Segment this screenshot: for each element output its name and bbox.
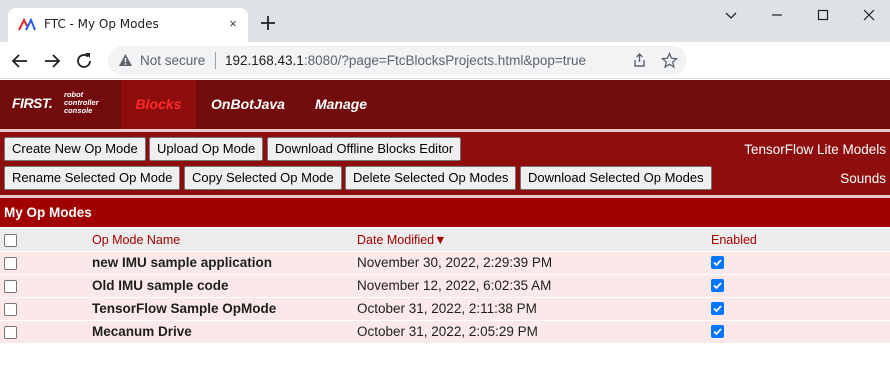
row-select-checkbox[interactable] [4, 303, 17, 316]
nav-onbotjava[interactable]: OnBotJava [200, 80, 296, 129]
first-logo: FIRST. [12, 95, 53, 111]
op-mode-name[interactable]: new IMU sample application [92, 252, 272, 274]
checkmark-icon [713, 328, 722, 336]
nav-blocks[interactable]: Blocks [121, 80, 196, 129]
toolbar: Create New Op Mode Upload Op Mode Downlo… [0, 132, 890, 195]
close-icon[interactable]: × [224, 15, 242, 33]
logo-subtitle: robot controller console [64, 91, 99, 115]
minimize-icon[interactable] [766, 6, 788, 24]
url-path: :8080/?page=FtcBlocksProjects.html&pop=t… [303, 53, 586, 68]
omnibox[interactable]: Not secure 192.168.43.1:8080/?page=FtcBl… [108, 46, 687, 75]
checkmark-icon [713, 282, 722, 290]
enabled-checkbox[interactable] [711, 325, 724, 338]
row-select-checkbox[interactable] [4, 257, 17, 270]
enabled-checkbox[interactable] [711, 302, 724, 315]
plus-icon[interactable] [257, 12, 279, 34]
rename-op-mode-button[interactable]: Rename Selected Op Mode [4, 166, 181, 190]
op-mode-name[interactable]: Mecanum Drive [92, 321, 192, 343]
share-icon[interactable] [631, 52, 648, 69]
ftc-favicon [18, 18, 36, 31]
download-offline-editor-button[interactable]: Download Offline Blocks Editor [267, 137, 462, 161]
row-select-checkbox[interactable] [4, 326, 17, 339]
table-row[interactable]: Old IMU sample code November 12, 2022, 6… [0, 274, 890, 297]
date-modified: November 30, 2022, 2:29:39 PM [357, 255, 553, 270]
checkmark-icon [713, 259, 722, 267]
close-window-icon[interactable] [858, 6, 880, 24]
chevron-down-icon[interactable] [720, 6, 742, 24]
date-modified: November 12, 2022, 6:02:35 AM [357, 278, 552, 293]
tensorflow-models-link[interactable]: TensorFlow Lite Models [744, 142, 886, 157]
maximize-icon[interactable] [812, 6, 834, 24]
table-row[interactable]: TensorFlow Sample OpMode October 31, 202… [0, 297, 890, 320]
nav-manage[interactable]: Manage [305, 80, 377, 129]
copy-op-mode-button[interactable]: Copy Selected Op Mode [184, 166, 342, 190]
table-row[interactable]: new IMU sample application November 30, … [0, 251, 890, 274]
security-label[interactable]: Not secure [140, 53, 205, 68]
omnibox-divider [215, 52, 216, 69]
create-op-mode-button[interactable]: Create New Op Mode [4, 137, 146, 161]
url-host: 192.168.43.1 [225, 53, 304, 68]
url-text[interactable]: 192.168.43.1:8080/?page=FtcBlocksProject… [225, 53, 586, 68]
app-header: FIRST. robot controller console Blocks O… [0, 80, 890, 129]
tab-title: FTC - My Op Modes [44, 17, 159, 31]
section-title: My Op Modes [0, 198, 890, 227]
browser-tab-strip: FTC - My Op Modes × [0, 0, 890, 42]
op-mode-name[interactable]: Old IMU sample code [92, 275, 229, 297]
table-row[interactable]: Mecanum Drive October 31, 2022, 2:05:29 … [0, 320, 890, 343]
column-enabled-header: Enabled [711, 233, 757, 247]
column-name-header[interactable]: Op Mode Name [92, 229, 180, 251]
forward-arrow-icon[interactable] [41, 50, 63, 72]
enabled-checkbox[interactable] [711, 279, 724, 292]
address-bar: Not secure 192.168.43.1:8080/?page=FtcBl… [0, 42, 890, 79]
table-header: Op Mode Name Date Modified▼ Enabled [0, 229, 890, 251]
op-mode-name[interactable]: TensorFlow Sample OpMode [92, 298, 276, 320]
logo-subtitle-line: console [64, 106, 93, 115]
browser-tab[interactable]: FTC - My Op Modes × [8, 8, 248, 42]
upload-op-mode-button[interactable]: Upload Op Mode [149, 137, 264, 161]
back-arrow-icon[interactable] [9, 50, 31, 72]
date-modified: October 31, 2022, 2:05:29 PM [357, 324, 538, 339]
checkmark-icon [713, 305, 722, 313]
warning-icon[interactable] [118, 53, 133, 67]
enabled-checkbox[interactable] [711, 256, 724, 269]
download-op-modes-button[interactable]: Download Selected Op Modes [520, 166, 712, 190]
select-all-checkbox[interactable] [4, 234, 17, 247]
date-modified: October 31, 2022, 2:11:38 PM [357, 301, 537, 316]
delete-op-modes-button[interactable]: Delete Selected Op Modes [345, 166, 517, 190]
column-date-header[interactable]: Date Modified▼ [357, 229, 447, 251]
reload-icon[interactable] [73, 50, 95, 72]
sounds-link[interactable]: Sounds [840, 171, 886, 186]
op-modes-table: Op Mode Name Date Modified▼ Enabled new … [0, 229, 890, 343]
star-icon[interactable] [661, 52, 678, 69]
row-select-checkbox[interactable] [4, 280, 17, 293]
